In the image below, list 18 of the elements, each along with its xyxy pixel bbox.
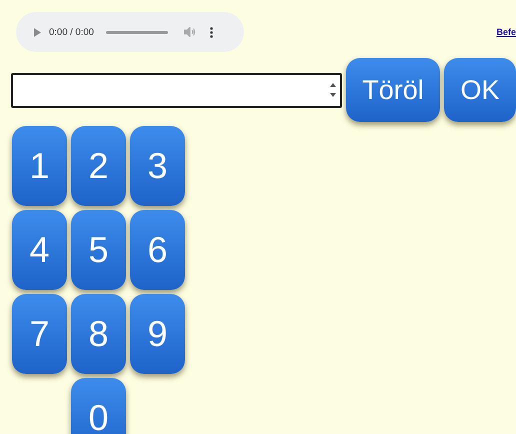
more-icon[interactable] <box>210 26 213 38</box>
number-key[interactable]: 3 <box>130 126 185 206</box>
action-button[interactable]: OK <box>444 58 516 122</box>
number-key[interactable]: 2 <box>71 126 126 206</box>
number-key[interactable]: 9 <box>130 294 185 374</box>
action-button[interactable]: Töröl <box>346 58 440 122</box>
number-key[interactable]: 4 <box>12 210 67 290</box>
number-key[interactable]: 7 <box>12 294 67 374</box>
time-display: 0:00 / 0:00 <box>49 26 94 38</box>
number-key[interactable]: 1 <box>12 126 67 206</box>
number-key[interactable]: 5 <box>71 210 126 290</box>
number-key[interactable]: 0 <box>71 378 126 434</box>
number-key[interactable]: 8 <box>71 294 126 374</box>
link[interactable]: Befe <box>496 27 516 37</box>
play-icon[interactable] <box>34 28 41 36</box>
spinner-icon[interactable] <box>330 82 336 98</box>
number-key[interactable]: 6 <box>130 210 185 290</box>
input-field[interactable] <box>11 72 342 108</box>
